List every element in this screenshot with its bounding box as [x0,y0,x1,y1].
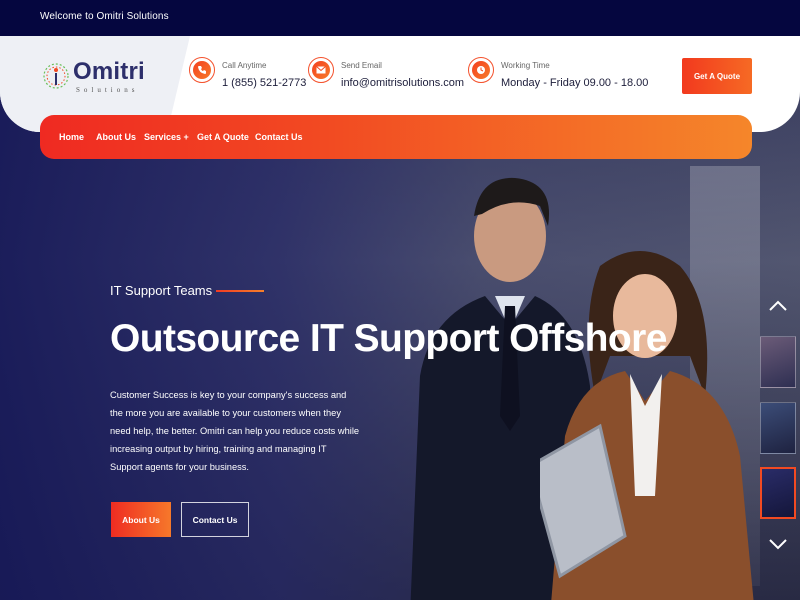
nav-item-services[interactable]: Services + [144,132,189,142]
brand-subtitle: Solutions [76,86,139,94]
main-nav: Home About Us Services + Get A Quote Con… [40,115,752,159]
welcome-text: Welcome to Omitri Solutions [40,11,169,22]
working-time-value: Monday - Friday 09.00 - 18.00 [501,77,649,89]
slider-thumbnail-active[interactable] [760,467,796,519]
logo-emblem-icon [43,63,69,89]
contact-us-button[interactable]: Contact Us [181,502,249,537]
email-value: info@omitrisolutions.com [341,77,465,89]
call-label: Call Anytime [222,61,267,70]
email-info[interactable]: Send Email info@omitrisolutions.com [308,57,464,97]
nav-item-home[interactable]: Home [59,132,84,142]
working-time-label: Working Time [501,61,550,70]
slider-thumbnail[interactable] [760,336,796,388]
get-a-quote-button[interactable]: Get A Quote [682,58,752,94]
slider-thumbnail[interactable] [760,402,796,454]
brand-logo[interactable]: Omitri Solutions [42,56,152,100]
eyebrow-divider [216,290,264,292]
brand-name: Omitri [73,58,145,85]
call-value: 1 (855) 521-2773 [222,77,307,89]
businesswoman-image [540,251,754,600]
email-label: Send Email [341,61,382,70]
nav-item-contact-us[interactable]: Contact Us [255,132,303,142]
call-info[interactable]: Call Anytime 1 (855) 521-2773 [189,57,307,97]
hero-eyebrow: IT Support Teams [110,283,213,298]
clock-icon [468,57,494,83]
nav-item-get-a-quote[interactable]: Get A Quote [197,132,249,142]
email-icon [308,57,334,83]
top-bar: Welcome to Omitri Solutions [0,0,800,36]
hero-description: Customer Success is key to your company'… [110,390,360,472]
slider-up-arrow-icon[interactable] [766,298,790,314]
slider-down-arrow-icon[interactable] [766,536,790,552]
working-time-info: Working Time Monday - Friday 09.00 - 18.… [468,57,648,97]
nav-item-about-us[interactable]: About Us [96,132,136,142]
hero-title: Outsource IT Support Offshore [110,317,667,360]
about-us-button[interactable]: About Us [111,502,171,537]
phone-icon [189,57,215,83]
